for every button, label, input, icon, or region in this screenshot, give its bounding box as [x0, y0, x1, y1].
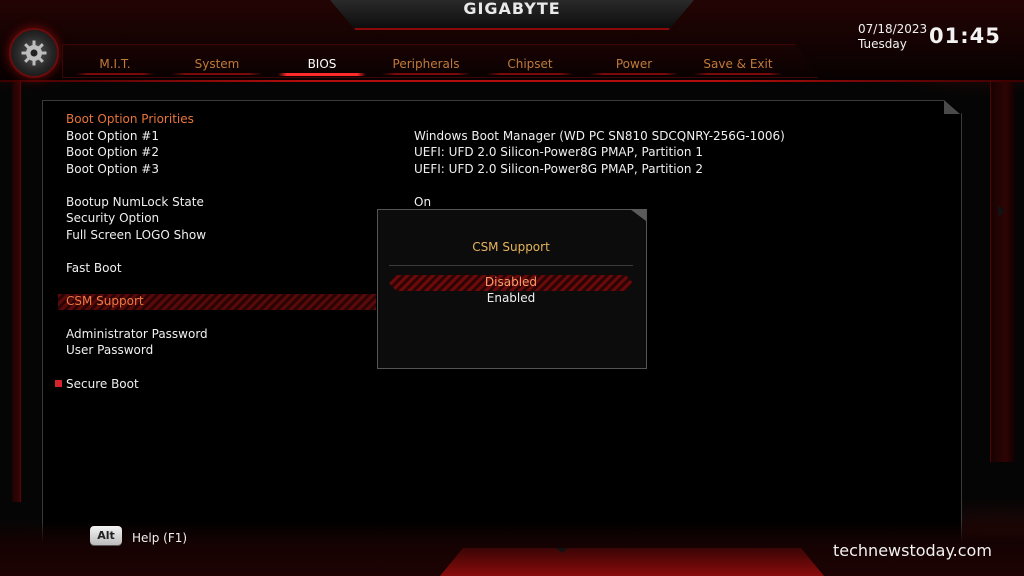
down-arrow-icon	[556, 548, 568, 553]
tab-label: M.I.T.	[99, 57, 131, 71]
clock-time: 01:45	[929, 24, 1001, 48]
setting-boot-option-1[interactable]: Boot Option #1	[66, 128, 159, 144]
bottom-red-plate	[440, 548, 824, 576]
date-display: 07/18/2023 Tuesday	[858, 22, 927, 52]
setting-boot-option-3[interactable]: Boot Option #3	[66, 161, 159, 177]
popup-title: CSM Support	[472, 240, 550, 254]
setting-security-option[interactable]: Security Option	[66, 210, 159, 226]
submenu-secure-boot[interactable]: Secure Boot	[66, 376, 139, 392]
popup-divider	[389, 265, 633, 266]
left-frame	[12, 82, 21, 502]
settings-gear-button[interactable]	[9, 28, 59, 78]
tab-underline	[382, 73, 470, 75]
alt-key-button[interactable]: Alt	[90, 526, 122, 545]
option-disabled[interactable]: Disabled	[377, 274, 645, 290]
help-label: Help (F1)	[132, 531, 188, 545]
date-text: 07/18/2023	[858, 22, 928, 36]
tab-underline-active	[278, 73, 366, 76]
tab-label: Power	[615, 57, 653, 71]
tab-save-exit[interactable]: Save & Exit	[694, 55, 782, 75]
setting-csm-support[interactable]: CSM Support	[66, 293, 144, 309]
right-frame	[990, 82, 1015, 462]
day-text: Tuesday	[858, 37, 907, 51]
tab-bios[interactable]: BIOS	[278, 55, 366, 76]
tab-underline	[76, 73, 154, 75]
setting-boot-option-2[interactable]: Boot Option #2	[66, 144, 159, 160]
tab-label: Chipset	[507, 57, 553, 71]
tab-label: Peripherals	[392, 57, 460, 71]
setting-user-password[interactable]: User Password	[66, 342, 153, 358]
tab-underline	[172, 73, 262, 75]
brand-logo: GIGABYTE	[463, 0, 561, 18]
submenu-marker-icon	[55, 380, 62, 387]
value-boot-option-2[interactable]: UEFI: UFD 2.0 Silicon-Power8G PMAP, Part…	[414, 144, 703, 160]
scroll-right-arrow-icon[interactable]	[998, 205, 1005, 217]
tab-system[interactable]: System	[172, 55, 262, 75]
setting-full-screen-logo[interactable]: Full Screen LOGO Show	[66, 227, 206, 243]
tab-underline	[487, 73, 573, 75]
watermark: technewstoday.com	[833, 541, 992, 560]
tab-label: Save & Exit	[703, 57, 773, 71]
tab-chipset[interactable]: Chipset	[487, 55, 573, 75]
value-boot-option-1[interactable]: Windows Boot Manager (WD PC SN810 SDCQNR…	[414, 128, 785, 144]
tab-label: BIOS	[307, 57, 337, 71]
setting-numlock-state[interactable]: Bootup NumLock State	[66, 194, 204, 210]
value-boot-option-3[interactable]: UEFI: UFD 2.0 Silicon-Power8G PMAP, Part…	[414, 161, 703, 177]
tab-peripherals[interactable]: Peripherals	[382, 55, 470, 75]
tab-mit[interactable]: M.I.T.	[76, 55, 154, 75]
tab-underline	[694, 73, 782, 75]
gear-icon	[21, 40, 47, 66]
section-heading-boot-priorities: Boot Option Priorities	[66, 112, 194, 126]
setting-fast-boot[interactable]: Fast Boot	[66, 260, 122, 276]
tab-label: System	[194, 57, 240, 71]
setting-admin-password[interactable]: Administrator Password	[66, 326, 208, 342]
value-numlock-state[interactable]: On	[414, 194, 431, 210]
tab-underline	[590, 73, 678, 75]
option-enabled[interactable]: Enabled	[377, 290, 645, 306]
tab-power[interactable]: Power	[590, 55, 678, 75]
